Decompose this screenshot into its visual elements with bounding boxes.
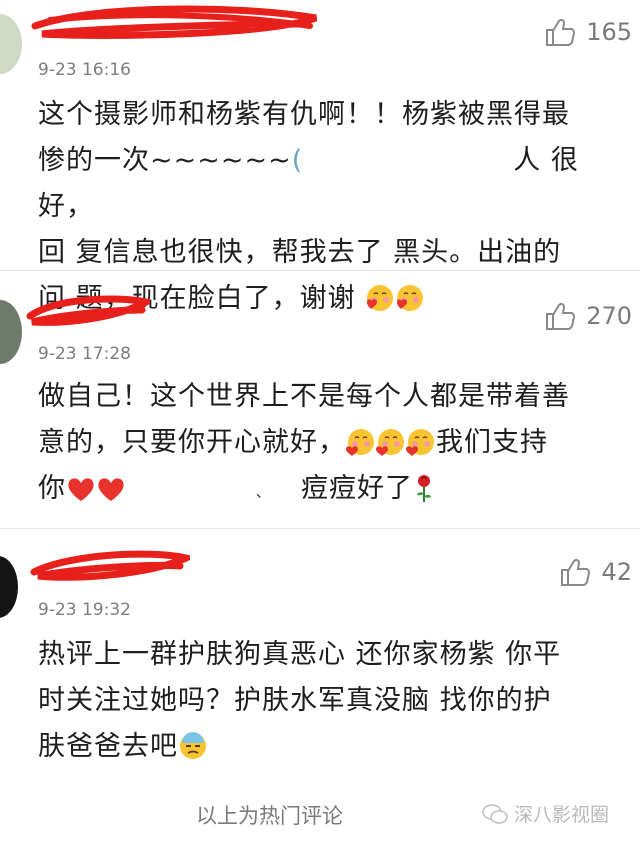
comment-text-segment: 你 <box>38 473 66 504</box>
comment-line: 做自己！这个世界上不是每个人都是带着善 <box>38 381 570 412</box>
avatar[interactable] <box>0 14 22 74</box>
blush-kiss-emoji-icon <box>367 285 394 311</box>
thumbs-up-icon <box>546 18 576 46</box>
divider <box>0 270 640 271</box>
comment-line: 热评上一群护肤狗真恶心 还你家杨紫 你平 <box>38 639 562 670</box>
comment-text-segment: 、 <box>256 485 271 501</box>
comment-time: 9-23 16:16 <box>38 60 131 80</box>
like-button[interactable]: 165 <box>544 16 632 48</box>
thumbs-up-icon <box>561 558 591 586</box>
redacted-username <box>30 4 320 42</box>
comment-text-segment: 肤爸爸去吧 <box>38 731 178 762</box>
redacted-username <box>30 546 198 584</box>
comment-text-segment: 意的，只要你开心就好， <box>38 427 346 458</box>
divider <box>0 528 640 529</box>
comment-text: 这个摄影师和杨紫有仇啊！！杨紫被黑得最 惨的一次~~~~~~(人 很好， 回 复… <box>38 92 626 322</box>
like-count: 270 <box>586 302 632 330</box>
rose-icon <box>417 475 431 502</box>
watermark: 深八影视圈 <box>482 800 609 827</box>
blush-kiss-emoji-icon <box>397 285 424 311</box>
comment-time: 9-23 19:32 <box>38 600 131 620</box>
comment-line: 惨的一次~~~~~~(人 很好， <box>38 145 579 222</box>
comment-line: 肤爸爸去吧 <box>38 724 626 770</box>
comment-text: 热评上一群护肤狗真恶心 还你家杨紫 你平 时关注过她吗？护肤水军真没脑 找你的护… <box>38 632 626 770</box>
watermark-text: 深八影视圈 <box>514 804 610 826</box>
thumbs-up-icon <box>546 302 576 330</box>
avatar[interactable] <box>0 300 22 364</box>
comment-line: 时关注过她吗？护肤水军真没脑 找你的护 <box>38 685 552 716</box>
wechat-icon <box>482 803 508 824</box>
sweat-face-emoji-icon <box>180 732 206 759</box>
comment-text-segment: 痘痘好了 <box>301 473 413 504</box>
comment-time: 9-23 17:28 <box>38 344 131 364</box>
comment-text-segment: 惨的一次~~~~~~ <box>38 145 292 176</box>
comment-text: 做自己！这个世界上不是每个人都是带着善 意的，只要你开心就好， 我们支持 你 、 痘痘… <box>38 374 626 516</box>
comment-line: 意的，只要你开心就好， 我们支持 <box>38 420 626 466</box>
red-heart-icon <box>98 478 124 501</box>
like-button[interactable]: 42 <box>559 556 632 588</box>
comment-line: 你 、 痘痘好了 <box>38 466 626 516</box>
blush-kiss-emoji-icon <box>346 429 374 456</box>
hot-comments-footer: 以上为热门评论 <box>196 804 343 828</box>
avatar[interactable] <box>0 556 18 618</box>
blush-kiss-emoji-icon <box>406 429 434 456</box>
comment-line: 这个摄影师和杨紫有仇啊！！杨紫被黑得最 <box>38 99 570 130</box>
like-button[interactable]: 270 <box>544 300 632 332</box>
red-heart-icon <box>68 478 94 501</box>
like-count: 42 <box>601 558 632 586</box>
comment-text-segment: 我们支持 <box>436 427 548 458</box>
redacted-username <box>26 292 157 330</box>
blush-kiss-emoji-icon <box>376 429 404 456</box>
like-count: 165 <box>586 18 632 46</box>
